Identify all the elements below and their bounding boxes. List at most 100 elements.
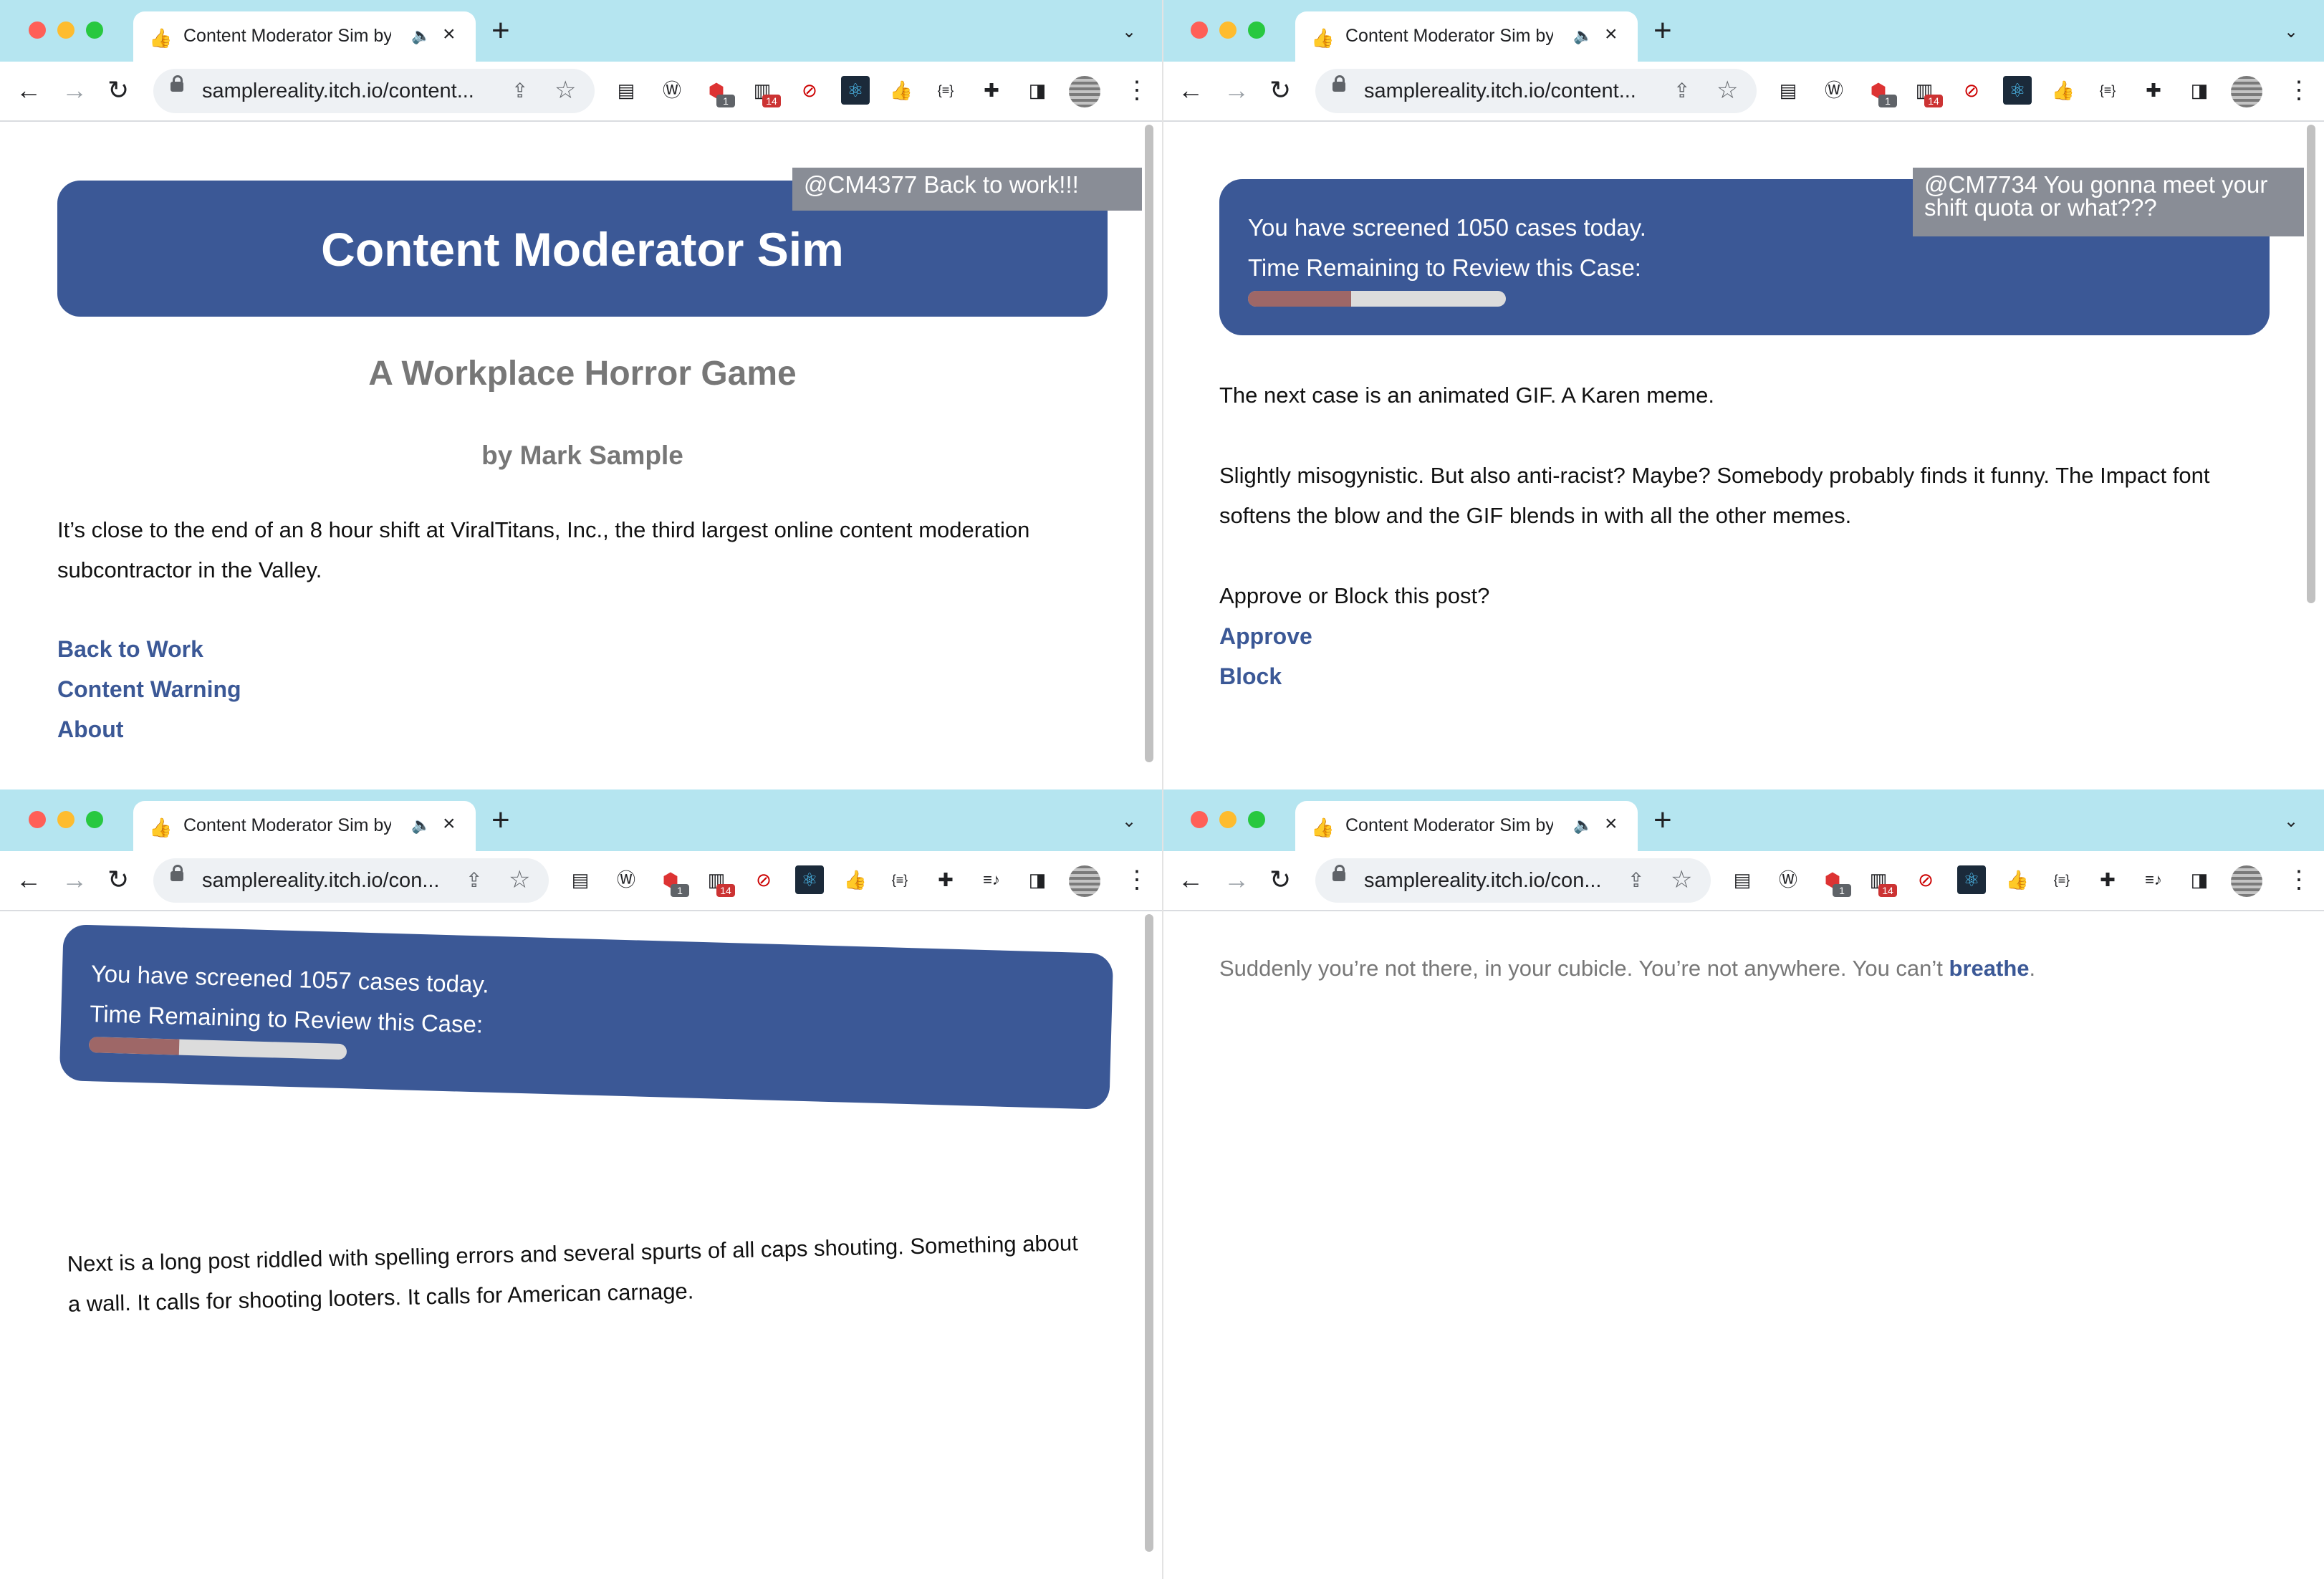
share-icon[interactable]: ⇪ [512, 77, 528, 105]
json-viewer-icon[interactable]: {≡} [931, 76, 960, 105]
speaker-icon[interactable]: 🔈 [411, 23, 431, 49]
close-window-button[interactable] [29, 21, 46, 39]
side-panel-icon[interactable]: ◨ [1023, 76, 1052, 105]
chevron-down-icon[interactable]: ⌄ [1122, 21, 1136, 42]
scrollbar[interactable] [1145, 911, 1153, 1556]
chevron-down-icon[interactable]: ⌄ [2284, 21, 2298, 42]
reload-button[interactable]: ↻ [1269, 864, 1291, 896]
close-icon[interactable]: × [443, 811, 456, 837]
docs-icon[interactable]: ▤ [566, 865, 595, 894]
menu-icon[interactable]: ⋮ [1125, 75, 1149, 106]
react-devtools-icon[interactable]: ⚛ [795, 865, 824, 894]
react-devtools-icon[interactable]: ⚛ [1957, 865, 1986, 894]
close-window-button[interactable] [1191, 811, 1208, 828]
speaker-icon[interactable]: 🔈 [1573, 812, 1593, 838]
share-icon[interactable]: ⇪ [466, 867, 482, 894]
adblock-icon[interactable]: ⬢ 1 [1818, 865, 1851, 897]
thumbs-up-icon[interactable]: 👍 [887, 76, 916, 105]
zoom-window-button[interactable] [1248, 811, 1265, 828]
no-tracking-icon[interactable]: ⊘ [795, 76, 824, 105]
no-tracking-icon[interactable]: ⊘ [1957, 76, 1986, 105]
menu-icon[interactable]: ⋮ [1125, 864, 1149, 896]
browser-tab[interactable]: 👍 Content Moderator Sim by 🔈 × [1295, 11, 1638, 62]
reload-button[interactable]: ↻ [107, 75, 129, 106]
new-tab-button[interactable]: + [491, 804, 510, 837]
breathe-link[interactable]: breathe [1949, 956, 2030, 981]
extensions-puzzle-icon[interactable]: ✚ [977, 76, 1006, 105]
archive-icon[interactable]: ▥ 14 [1910, 76, 1943, 107]
star-icon[interactable]: ☆ [509, 865, 530, 894]
json-viewer-icon[interactable]: {≡} [2093, 76, 2122, 105]
scrollbar[interactable] [2307, 122, 2315, 767]
star-icon[interactable]: ☆ [554, 76, 576, 105]
docs-icon[interactable]: ▤ [612, 76, 640, 105]
close-icon[interactable]: × [1605, 21, 1618, 47]
media-controls-icon[interactable]: ≡♪ [2139, 865, 2168, 894]
approve-link[interactable]: Approve [1219, 616, 1312, 656]
share-icon[interactable]: ⇪ [1674, 77, 1690, 105]
minimize-window-button[interactable] [1219, 811, 1237, 828]
zoom-window-button[interactable] [86, 21, 103, 39]
new-tab-button[interactable]: + [1653, 14, 1672, 47]
close-icon[interactable]: × [443, 21, 456, 47]
block-link[interactable]: Block [1219, 656, 1282, 696]
thumbs-up-icon[interactable]: 👍 [2003, 865, 2032, 894]
no-tracking-icon[interactable]: ⊘ [749, 865, 778, 894]
share-icon[interactable]: ⇪ [1628, 867, 1644, 894]
profile-avatar[interactable] [2231, 76, 2262, 107]
archive-icon[interactable]: ▥ 14 [1864, 865, 1897, 897]
browser-tab[interactable]: 👍 Content Moderator Sim by 🔈 × [133, 11, 476, 62]
address-bar[interactable]: samplereality.itch.io/con... ⇪ ☆ [153, 858, 549, 903]
speaker-icon[interactable]: 🔈 [1573, 23, 1593, 49]
reload-button[interactable]: ↻ [1269, 75, 1291, 106]
react-devtools-icon[interactable]: ⚛ [2003, 76, 2032, 105]
thumbs-up-icon[interactable]: 👍 [2049, 76, 2078, 105]
extensions-puzzle-icon[interactable]: ✚ [2139, 76, 2168, 105]
back-to-work-link[interactable]: Back to Work [57, 629, 203, 669]
url-text[interactable]: samplereality.itch.io/con... [202, 867, 460, 894]
about-link[interactable]: About [57, 709, 123, 749]
archive-icon[interactable]: ▥ 14 [748, 76, 781, 107]
address-bar[interactable]: samplereality.itch.io/content... ⇪ ☆ [153, 69, 595, 113]
json-viewer-icon[interactable]: {≡} [2047, 865, 2076, 894]
wordpress-icon[interactable]: Ⓦ [658, 76, 686, 105]
menu-icon[interactable]: ⋮ [2287, 864, 2311, 896]
minimize-window-button[interactable] [57, 21, 75, 39]
profile-avatar[interactable] [1069, 76, 1100, 107]
no-tracking-icon[interactable]: ⊘ [1911, 865, 1940, 894]
url-text[interactable]: samplereality.itch.io/content... [202, 77, 503, 105]
scrollbar-thumb[interactable] [2307, 125, 2315, 603]
profile-avatar[interactable] [1069, 865, 1100, 897]
wordpress-icon[interactable]: Ⓦ [612, 865, 640, 894]
adblock-icon[interactable]: ⬢ 1 [702, 76, 735, 107]
chevron-down-icon[interactable]: ⌄ [2284, 811, 2298, 832]
react-devtools-icon[interactable]: ⚛ [841, 76, 870, 105]
zoom-window-button[interactable] [86, 811, 103, 828]
browser-tab[interactable]: 👍 Content Moderator Sim by 🔈 × [1295, 801, 1638, 851]
back-button[interactable]: ← [16, 864, 42, 896]
forward-button[interactable]: → [1224, 75, 1249, 106]
docs-icon[interactable]: ▤ [1774, 76, 1802, 105]
json-viewer-icon[interactable]: {≡} [885, 865, 914, 894]
menu-icon[interactable]: ⋮ [2287, 75, 2311, 106]
content-warning-link[interactable]: Content Warning [57, 669, 241, 709]
wordpress-icon[interactable]: Ⓦ [1774, 865, 1802, 894]
address-bar[interactable]: samplereality.itch.io/content... ⇪ ☆ [1315, 69, 1757, 113]
side-panel-icon[interactable]: ◨ [1023, 865, 1052, 894]
forward-button[interactable]: → [1224, 864, 1249, 896]
side-panel-icon[interactable]: ◨ [2185, 76, 2214, 105]
browser-tab[interactable]: 👍 Content Moderator Sim by 🔈 × [133, 801, 476, 851]
back-button[interactable]: ← [16, 75, 42, 106]
new-tab-button[interactable]: + [1653, 804, 1672, 837]
scrollbar-thumb[interactable] [1145, 125, 1153, 762]
media-controls-icon[interactable]: ≡♪ [977, 865, 1006, 894]
extensions-puzzle-icon[interactable]: ✚ [2093, 865, 2122, 894]
archive-icon[interactable]: ▥ 14 [702, 865, 735, 897]
adblock-icon[interactable]: ⬢ 1 [656, 865, 689, 897]
new-tab-button[interactable]: + [491, 14, 510, 47]
forward-button[interactable]: → [62, 75, 87, 106]
profile-avatar[interactable] [2231, 865, 2262, 897]
thumbs-up-icon[interactable]: 👍 [841, 865, 870, 894]
wordpress-icon[interactable]: Ⓦ [1820, 76, 1848, 105]
close-window-button[interactable] [29, 811, 46, 828]
